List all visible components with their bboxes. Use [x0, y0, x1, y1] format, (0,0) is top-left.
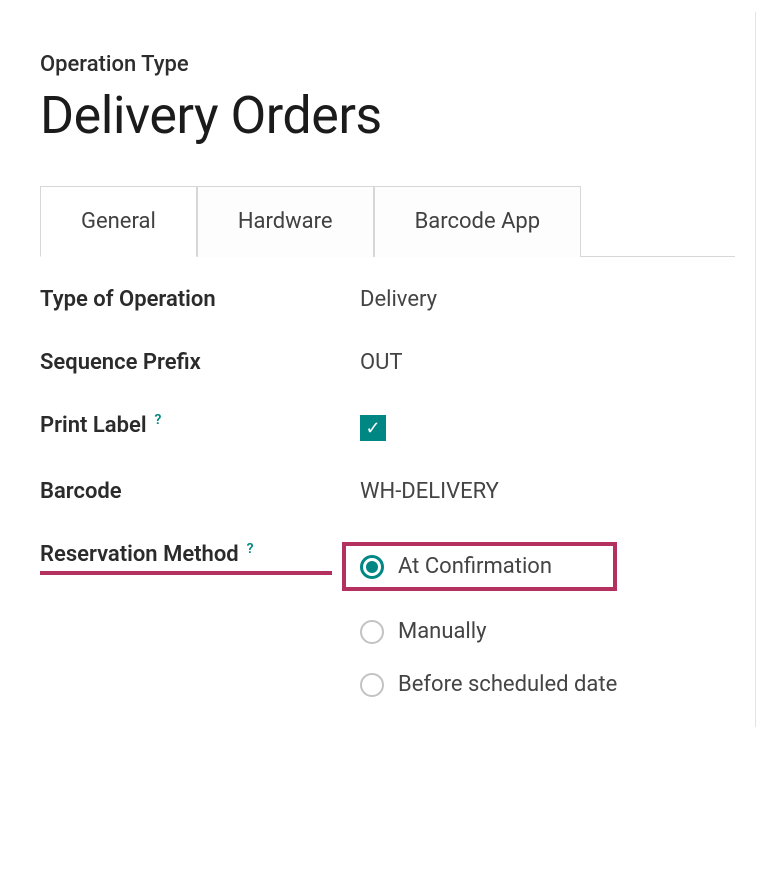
label-print-label: Print Label ?: [40, 413, 360, 438]
label-reservation-method-text: Reservation Method: [40, 542, 239, 567]
radio-label-before-scheduled-date: Before scheduled date: [398, 672, 617, 697]
radio-label-at-confirmation: At Confirmation: [398, 554, 552, 579]
tab-general[interactable]: General: [40, 186, 197, 257]
radio-icon: [360, 673, 384, 697]
tab-hardware[interactable]: Hardware: [197, 186, 374, 257]
row-type-of-operation: Type of Operation Delivery: [40, 287, 735, 312]
label-type-of-operation: Type of Operation: [40, 287, 360, 312]
value-barcode[interactable]: WH-DELIVERY: [360, 479, 499, 504]
help-icon[interactable]: ?: [247, 541, 254, 557]
value-type-of-operation[interactable]: Delivery: [360, 287, 437, 312]
checkbox-print-label[interactable]: ✓: [360, 415, 386, 441]
label-reservation-method: Reservation Method ?: [40, 542, 360, 567]
radio-icon: [360, 620, 384, 644]
radio-option-at-confirmation[interactable]: At Confirmation: [360, 554, 552, 579]
checkmark-icon: ✓: [365, 418, 380, 439]
page-title: Delivery Orders: [40, 85, 735, 146]
tab-barcode-app[interactable]: Barcode App: [374, 186, 582, 257]
form-panel: Operation Type Delivery Orders General H…: [12, 12, 756, 727]
annotation-underline: [40, 571, 332, 575]
radio-group-reservation-method: At Confirmation Manually Before schedule…: [360, 542, 617, 697]
radio-option-before-scheduled-date[interactable]: Before scheduled date: [360, 672, 617, 697]
row-print-label: Print Label ? ✓: [40, 413, 735, 441]
label-print-label-text: Print Label: [40, 413, 147, 438]
row-sequence-prefix: Sequence Prefix OUT: [40, 350, 735, 375]
help-icon[interactable]: ?: [155, 412, 162, 428]
value-sequence-prefix[interactable]: OUT: [360, 350, 403, 375]
radio-label-manually: Manually: [398, 619, 487, 644]
tab-bar: General Hardware Barcode App: [40, 186, 735, 257]
label-sequence-prefix: Sequence Prefix: [40, 350, 360, 375]
breadcrumb: Operation Type: [40, 52, 735, 77]
row-reservation-method: Reservation Method ? At Confirmation Man…: [40, 542, 735, 697]
radio-icon: [360, 555, 384, 579]
annotation-highlight-box: At Confirmation: [342, 542, 617, 591]
row-barcode: Barcode WH-DELIVERY: [40, 479, 735, 504]
label-barcode: Barcode: [40, 479, 360, 504]
radio-option-manually[interactable]: Manually: [360, 619, 617, 644]
